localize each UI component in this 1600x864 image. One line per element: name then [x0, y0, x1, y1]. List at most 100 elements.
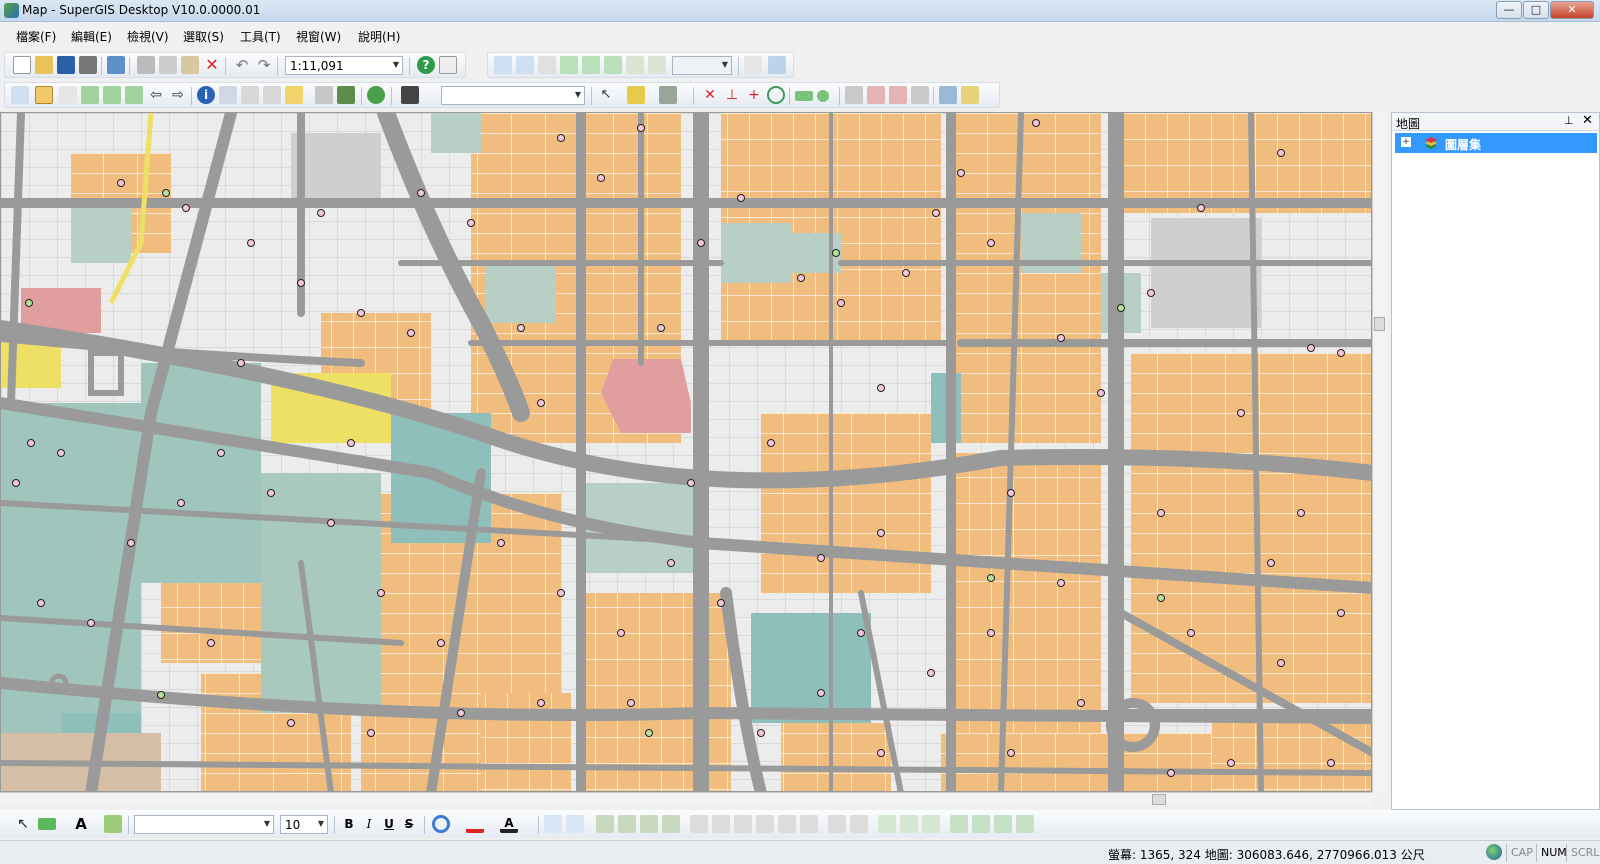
ungroup-icon[interactable] — [566, 815, 584, 833]
add-data-icon[interactable] — [107, 56, 125, 74]
magnifier-icon[interactable] — [744, 56, 762, 74]
zoom-out-icon[interactable] — [35, 86, 53, 104]
circle-icon[interactable] — [817, 90, 829, 102]
whats-this-icon[interactable] — [439, 56, 457, 74]
send-to-back-icon[interactable] — [618, 815, 636, 833]
menu-tools[interactable]: 工具(T) — [240, 28, 281, 45]
intersect-icon[interactable] — [911, 86, 929, 104]
font-combo[interactable]: ▼ — [134, 815, 274, 834]
group-icon[interactable] — [544, 815, 562, 833]
new-document-icon[interactable] — [13, 56, 31, 74]
edit-pencil-icon[interactable] — [961, 86, 979, 104]
select-elements-icon[interactable]: ↖ — [14, 815, 32, 833]
rotate-combo[interactable]: ▼ — [672, 56, 732, 75]
menu-view[interactable]: 檢視(V) — [127, 28, 169, 45]
close-button[interactable]: ✕ — [1550, 1, 1594, 19]
back-arrow-icon[interactable]: ⇦ — [147, 86, 165, 104]
minimize-button[interactable]: — — [1496, 1, 1522, 19]
open-folder-icon[interactable] — [35, 56, 53, 74]
full-extent-icon[interactable] — [560, 56, 578, 74]
horizontal-scroll-thumb[interactable] — [1152, 794, 1166, 805]
menu-select[interactable]: 選取(S) — [183, 28, 224, 45]
text-tool-icon[interactable]: A — [72, 815, 90, 833]
strikethrough-button[interactable]: S — [400, 815, 418, 833]
scale-combo[interactable]: 1:11,091 ▼ — [285, 56, 403, 75]
font-color-icon[interactable]: A — [500, 815, 518, 833]
align-center-icon[interactable] — [712, 815, 730, 833]
undo-icon[interactable]: ↶ — [233, 56, 251, 74]
menu-file[interactable]: 檔案(F) — [16, 28, 56, 45]
zoom-center-icon[interactable] — [125, 86, 143, 104]
clapper-icon[interactable] — [401, 86, 419, 104]
same-width-icon[interactable] — [878, 815, 896, 833]
help-icon[interactable]: ? — [417, 56, 435, 74]
attributes-icon[interactable] — [939, 86, 957, 104]
flip-vertical-icon[interactable] — [1016, 815, 1034, 833]
map-canvas[interactable] — [0, 112, 1372, 792]
find-icon[interactable] — [219, 86, 237, 104]
hyperlink-icon[interactable] — [241, 86, 259, 104]
previous-extent-icon[interactable] — [626, 56, 644, 74]
vertical-scroll-thumb[interactable] — [1374, 317, 1385, 331]
layer-combo[interactable]: ▼ — [441, 86, 585, 105]
refresh-icon[interactable] — [367, 86, 385, 104]
delete-icon[interactable]: ✕ — [203, 56, 221, 74]
bold-button[interactable]: B — [340, 815, 358, 833]
fixed-zoom-out-icon[interactable] — [516, 56, 534, 74]
zoom-in-icon[interactable] — [11, 86, 29, 104]
measure-icon[interactable] — [285, 86, 303, 104]
vertical-scrollbar[interactable] — [1372, 112, 1386, 792]
trace-icon[interactable] — [659, 86, 677, 104]
bring-to-front-icon[interactable] — [596, 815, 614, 833]
identify-icon[interactable]: i — [197, 86, 215, 104]
distribute-vertical-icon[interactable] — [850, 815, 868, 833]
sketch-icon[interactable] — [627, 86, 645, 104]
zoom-selected-icon[interactable] — [604, 56, 622, 74]
horizontal-scrollbar[interactable] — [0, 792, 1372, 806]
cut-icon[interactable] — [137, 56, 155, 74]
distribute-horizontal-icon[interactable] — [828, 815, 846, 833]
edit-tool-icon[interactable]: ↖ — [597, 86, 615, 104]
maximize-button[interactable]: □ — [1523, 1, 1549, 19]
align-left-icon[interactable] — [690, 815, 708, 833]
redo-icon[interactable]: ↷ — [255, 56, 273, 74]
align-bottom-icon[interactable] — [800, 815, 818, 833]
fill-color-icon[interactable] — [432, 815, 450, 833]
align-middle-icon[interactable] — [778, 815, 796, 833]
flip-horizontal-icon[interactable] — [994, 815, 1012, 833]
italic-button[interactable]: I — [360, 815, 378, 833]
underline-button[interactable]: U — [380, 815, 398, 833]
pan-hand-icon[interactable] — [59, 86, 77, 104]
pin-icon[interactable]: ⊥ — [1564, 114, 1574, 127]
same-height-icon[interactable] — [900, 815, 918, 833]
same-size-icon[interactable] — [922, 815, 940, 833]
menu-window[interactable]: 視窗(W) — [296, 28, 341, 45]
send-backward-icon[interactable] — [662, 815, 680, 833]
panel-close-icon[interactable]: ✕ — [1582, 113, 1593, 128]
font-size-combo[interactable]: 10 ▼ — [280, 815, 328, 834]
copy-icon[interactable] — [159, 56, 177, 74]
rotate-right-icon[interactable] — [972, 815, 990, 833]
zoom-extent-icon[interactable] — [103, 86, 121, 104]
union-icon[interactable] — [889, 86, 907, 104]
save-icon[interactable] — [57, 56, 75, 74]
rectangle-icon[interactable] — [795, 91, 813, 101]
fill-rectangle-icon[interactable] — [38, 818, 56, 830]
snap-icon[interactable] — [767, 86, 785, 104]
line-color-icon[interactable] — [466, 815, 484, 833]
next-extent-icon[interactable] — [648, 56, 666, 74]
pan-icon[interactable] — [538, 56, 556, 74]
html-popup-icon[interactable] — [263, 86, 281, 104]
merge-icon[interactable] — [867, 86, 885, 104]
menu-help[interactable]: 說明(H) — [358, 28, 400, 45]
menu-edit[interactable]: 編輯(E) — [71, 28, 112, 45]
align-top-icon[interactable] — [756, 815, 774, 833]
chain-icon[interactable] — [315, 86, 333, 104]
crosshair-icon[interactable]: + — [745, 86, 763, 104]
bring-forward-icon[interactable] — [640, 815, 658, 833]
expand-icon[interactable]: + — [1401, 137, 1411, 147]
paste-icon[interactable] — [181, 56, 199, 74]
print-icon[interactable] — [79, 56, 97, 74]
layer-tree-item-layers[interactable]: + 圖層集 — [1395, 133, 1597, 153]
overview-icon[interactable] — [768, 56, 786, 74]
